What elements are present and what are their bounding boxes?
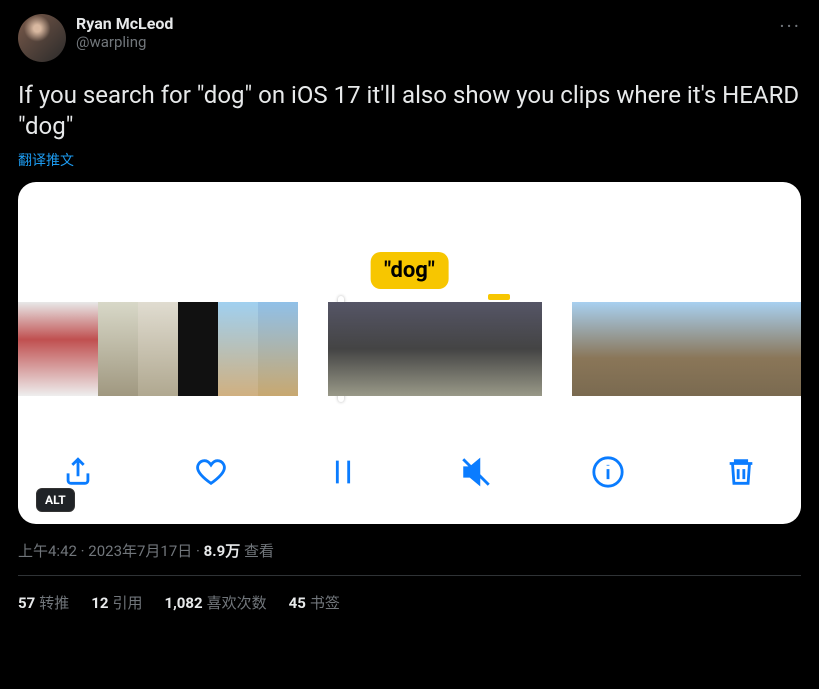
views-count: 8.9万: [204, 542, 241, 560]
clip-thumb: [18, 302, 58, 396]
mute-button[interactable]: [456, 452, 496, 492]
clip-thumb: [258, 302, 298, 396]
author-names[interactable]: Ryan McLeod @warpling: [76, 14, 173, 51]
clip-thumb: [656, 302, 698, 396]
clip-group-1: [18, 302, 298, 396]
video-timeline[interactable]: [18, 302, 801, 396]
delete-button[interactable]: [721, 452, 761, 492]
share-button[interactable]: [58, 452, 98, 492]
search-term-bubble: "dog": [370, 252, 449, 289]
like-button[interactable]: [191, 452, 231, 492]
info-button[interactable]: [588, 452, 628, 492]
info-icon: [591, 455, 625, 489]
pause-icon: [326, 455, 360, 489]
views-label: 查看: [240, 542, 274, 560]
heart-icon: [194, 455, 228, 489]
display-name: Ryan McLeod: [76, 14, 173, 33]
mute-icon: [459, 455, 493, 489]
clip-thumb: [782, 302, 801, 396]
bookmarks-stat[interactable]: 45书签: [289, 592, 340, 613]
clip-thumb: [436, 302, 490, 396]
likes-stat[interactable]: 1,082喜欢次数: [164, 592, 266, 613]
avatar[interactable]: [18, 14, 66, 62]
timestamp-line[interactable]: 上午4:42 · 2023年7月17日 · 8.9万 查看: [18, 540, 801, 561]
clip-group-2: [328, 302, 542, 396]
stats-row: 57转推 12引用 1,082喜欢次数 45书签: [18, 576, 801, 613]
quotes-stat[interactable]: 12引用: [91, 592, 142, 613]
timeline-marker: [488, 294, 510, 300]
clip-thumb: [572, 302, 614, 396]
clip-thumb: [98, 302, 138, 396]
clip-thumb: [698, 302, 740, 396]
clip-thumb: [740, 302, 782, 396]
translate-link[interactable]: 翻译推文: [18, 150, 801, 170]
tweet-text: If you search for "dog" on iOS 17 it'll …: [18, 80, 801, 142]
timestamp: 上午4:42 · 2023年7月17日: [18, 542, 192, 560]
clip-thumb: [382, 302, 436, 396]
media-toolbar: [18, 452, 801, 492]
more-button[interactable]: ···: [779, 14, 801, 38]
pause-button[interactable]: [323, 452, 363, 492]
trash-icon: [724, 455, 758, 489]
alt-badge[interactable]: ALT: [36, 488, 75, 512]
clip-group-3: [572, 302, 801, 396]
clip-thumb: [218, 302, 258, 396]
clip-thumb: [614, 302, 656, 396]
share-icon: [61, 455, 95, 489]
clip-thumb: [138, 302, 178, 396]
clip-thumb: [328, 302, 382, 396]
tweet-container: Ryan McLeod @warpling ··· If you search …: [0, 0, 819, 627]
media-card[interactable]: "dog": [18, 182, 801, 524]
clip-thumb: [178, 302, 218, 396]
clip-thumb: [490, 302, 542, 396]
tweet-header: Ryan McLeod @warpling ···: [18, 14, 801, 62]
handle: @warpling: [76, 33, 173, 51]
retweets-stat[interactable]: 57转推: [18, 592, 69, 613]
clip-thumb: [58, 302, 98, 396]
